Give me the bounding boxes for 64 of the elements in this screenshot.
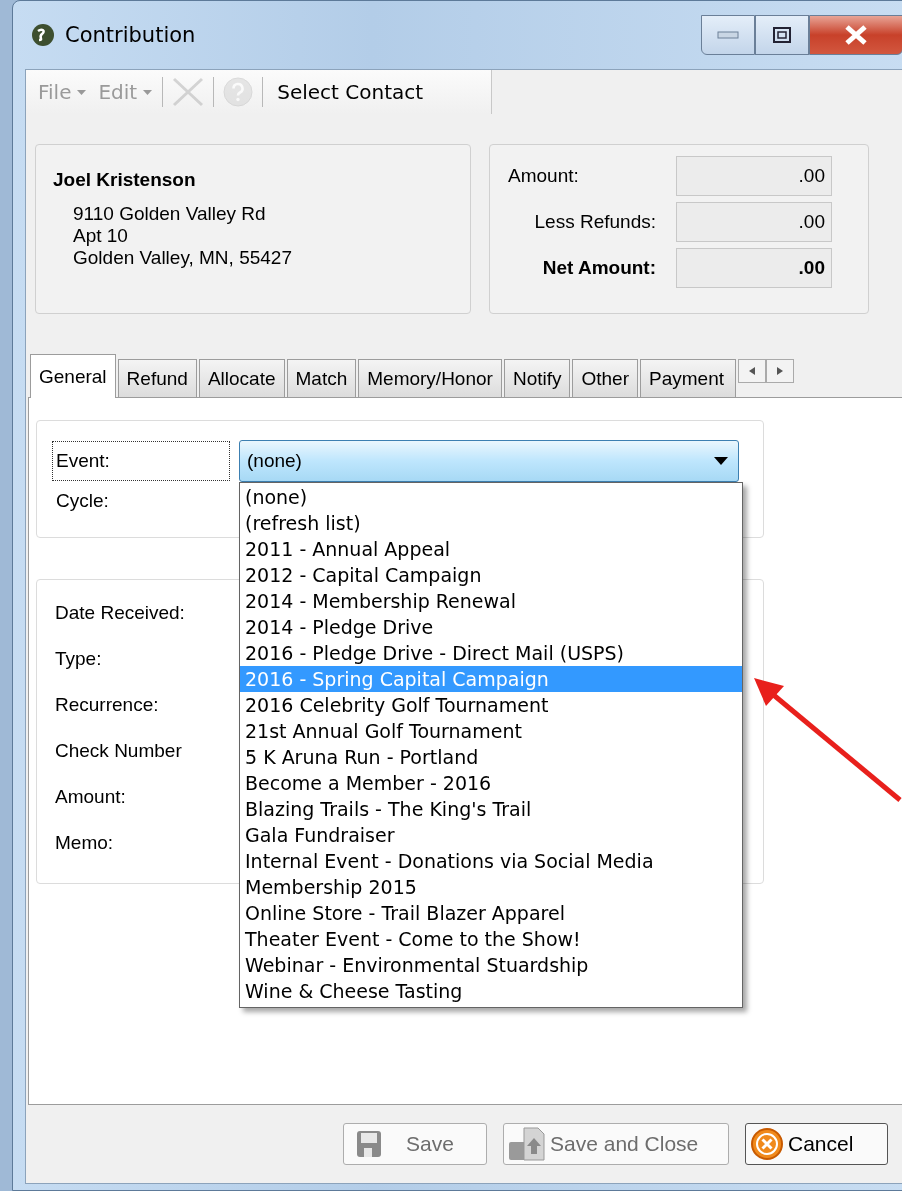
amount-label: Net Amount: [541, 256, 657, 279]
close-button[interactable] [809, 15, 902, 55]
dropdown-option[interactable]: Webinar - Environmental Stuardship [240, 952, 742, 978]
tab[interactable]: Allocate [198, 359, 285, 397]
dropdown-option[interactable]: (refresh list) [240, 510, 742, 536]
dropdown-option[interactable]: Gala Fundraiser [240, 822, 742, 848]
field-label: Date Received: [55, 602, 185, 625]
dropdown-option[interactable]: 2012 - Capital Campaign [240, 562, 742, 588]
left-arrow-icon [749, 367, 755, 375]
tab[interactable]: Payment [640, 359, 736, 397]
dropdown-option[interactable]: 2014 - Membership Renewal [240, 588, 742, 614]
tab[interactable]: Refund [117, 359, 197, 397]
tab[interactable]: Other [572, 359, 638, 397]
tab[interactable]: Match [286, 359, 357, 397]
dropdown-option[interactable]: Blazing Trails - The King's Trail [240, 796, 742, 822]
address-line: Apt 10 [72, 225, 129, 247]
tab[interactable]: General [30, 354, 116, 398]
close-icon [843, 24, 869, 46]
dropdown-option[interactable]: Wine & Cheese Tasting [240, 978, 742, 1004]
field-label: Memo: [55, 832, 114, 855]
address-line: Golden Valley, MN, 55427 [72, 247, 293, 269]
dropdown-option[interactable]: Online Store - Trail Blazer Apparel [240, 900, 742, 926]
dropdown-option[interactable]: Internal Event - Donations via Social Media [240, 848, 742, 874]
cancel-icon [750, 1127, 784, 1161]
select-contact-button[interactable]: Select Contact [271, 80, 430, 104]
caret-icon [143, 89, 153, 95]
app-icon [31, 23, 55, 47]
dropdown-option[interactable]: 2011 - Annual Appeal [240, 536, 742, 562]
field-label: Cycle: [55, 489, 110, 513]
minimize-icon [717, 31, 739, 39]
cancel-button[interactable]: Cancel [745, 1123, 888, 1165]
amount-label: Less Refunds: [533, 210, 657, 233]
dropdown-option[interactable]: 2016 Celebrity Golf Tournament [240, 692, 742, 718]
tab[interactable]: Notify [503, 359, 571, 397]
dropdown-option[interactable]: 21st Annual Golf Tournament [240, 718, 742, 744]
dropdown-option[interactable]: (none) [240, 484, 742, 510]
contact-name: Joel Kristenson [53, 169, 197, 191]
field-label: Event: [53, 442, 229, 480]
field-label: Recurrence: [55, 694, 159, 717]
dropdown-option[interactable]: 2016 - Pledge Drive - Direct Mail (USPS) [240, 640, 742, 666]
field-label: Amount: [55, 786, 126, 809]
dropdown-option[interactable]: Become a Member - 2016 [240, 770, 742, 796]
window-title: Contribution [65, 23, 196, 47]
address-line: 9110 Golden Valley Rd [72, 203, 267, 225]
dropdown-option[interactable]: 2014 - Pledge Drive [240, 614, 742, 640]
save-and-close-icon [508, 1126, 546, 1162]
caret-icon [714, 457, 728, 465]
scroll-left-button[interactable] [738, 359, 766, 383]
amount-field: .00 [676, 201, 832, 242]
tab[interactable]: Memory/Honor [358, 359, 502, 397]
amount-label: Amount: [508, 164, 580, 187]
event-dropdown[interactable]: (none) [239, 440, 739, 482]
amount-field: .00 [676, 247, 832, 288]
caret-icon [77, 89, 87, 95]
field-label: Check Number [55, 740, 182, 763]
dropdown-option[interactable]: Membership 2015 [240, 874, 742, 900]
restore-icon [772, 26, 792, 44]
scroll-right-button[interactable] [766, 359, 794, 383]
right-arrow-icon [777, 367, 783, 375]
maximize-button[interactable] [755, 15, 809, 55]
amount-field: .00 [676, 155, 832, 196]
field-label: Type: [55, 648, 102, 671]
dropdown-option[interactable]: Theater Event - Come to the Show! [240, 926, 742, 952]
dropdown-option[interactable]: 5 K Aruna Run - Portland [240, 744, 742, 770]
